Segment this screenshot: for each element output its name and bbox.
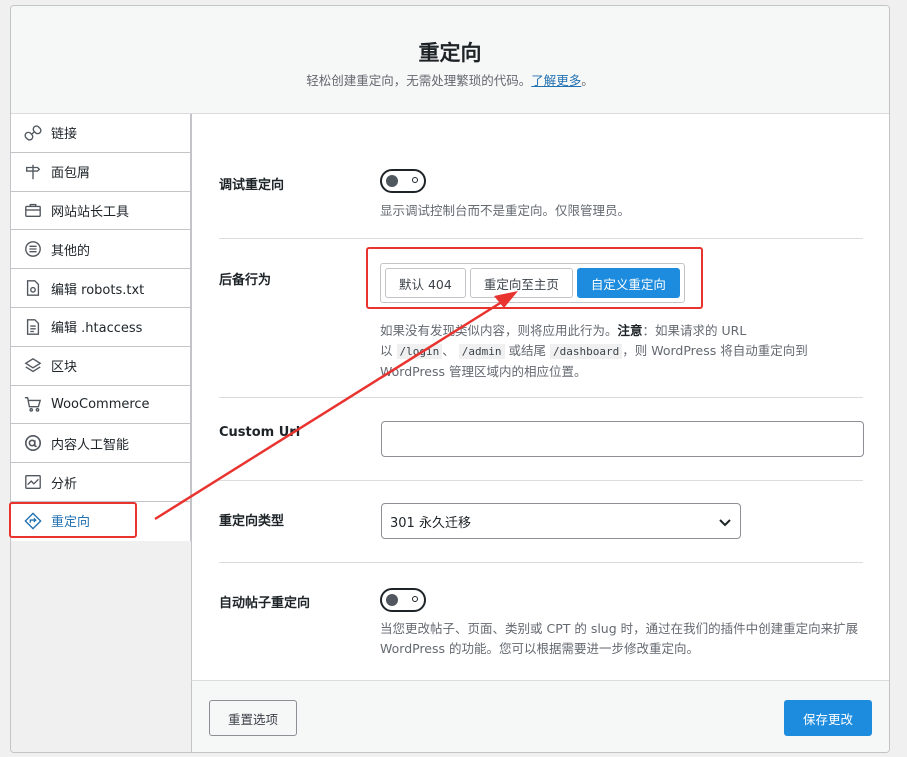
settings-panel: 重定向 轻松创建重定向，无需处理繁琐的代码。了解更多。 链接 面包屑 网站站长工…: [10, 5, 890, 753]
toggle-off-indicator: [412, 596, 418, 602]
sidebar-item-blocks[interactable]: 区块: [11, 347, 190, 386]
sidebar-item-links[interactable]: 链接: [11, 114, 190, 153]
file-text-icon: [24, 318, 42, 336]
save-changes-button[interactable]: 保存更改: [783, 700, 872, 736]
sidebar-item-breadcrumbs[interactable]: 面包屑: [11, 153, 190, 192]
desc-text: 、: [442, 343, 455, 358]
sidebar-item-label: WooCommerce: [51, 396, 150, 412]
sidebar-item-redirections[interactable]: 重定向: [11, 501, 190, 541]
fallback-behavior-label: 后备行为: [219, 273, 272, 288]
learn-more-link[interactable]: 了解更多: [531, 73, 581, 88]
desc-text: WordPress 管理区域内的相应位置。: [380, 364, 587, 379]
divider: [219, 397, 863, 398]
code-admin: /admin: [458, 344, 505, 359]
desc-text: 如果没有发现类似内容，则将应用此行为。: [380, 323, 618, 338]
divider: [219, 480, 863, 481]
subtitle-text: 轻松创建重定向，无需处理繁琐的代码。: [306, 73, 532, 88]
desc-text: ，则 WordPress 将自动重定向到: [622, 343, 808, 358]
sidebar-list: 链接 面包屑 网站站长工具 其他的 编辑 robots.txt 编辑 .htac…: [11, 114, 191, 541]
code-dashboard: /dashboard: [549, 344, 623, 359]
sidebar-item-woocommerce[interactable]: WooCommerce: [11, 386, 190, 425]
cart-icon: [24, 395, 42, 413]
sidebar-item-label: 编辑 robots.txt: [51, 282, 145, 298]
redirect-icon: [24, 512, 42, 530]
reset-options-button[interactable]: 重置选项: [209, 700, 298, 736]
sidebar-item-misc[interactable]: 其他的: [11, 230, 190, 270]
desc-note: 注意: [617, 323, 643, 338]
auto-post-redirect-toggle[interactable]: [380, 588, 426, 612]
code-login: /login: [396, 344, 443, 359]
redirect-type-label: 重定向类型: [219, 514, 285, 529]
subtitle-end: 。: [581, 73, 594, 88]
debug-redirect-toggle[interactable]: [380, 169, 426, 193]
fallback-option-custom[interactable]: 自定义重定向: [576, 268, 680, 298]
custom-url-label: Custom Url: [219, 425, 301, 440]
sidebar-item-label: 重定向: [51, 515, 91, 531]
auto-post-redirect-description: 当您更改帖子、页面、类别或 CPT 的 slug 时，通过在我们的插件中创建重定…: [380, 619, 880, 659]
sidebar-item-label: 网站站长工具: [51, 204, 130, 220]
sidebar-item-label: 区块: [51, 360, 78, 376]
chart-icon: [24, 473, 42, 491]
sidebar-item-label: 面包屑: [51, 166, 91, 182]
sidebar: 链接 面包屑 网站站长工具 其他的 编辑 robots.txt 编辑 .htac…: [11, 114, 191, 752]
page-title: 重定向: [418, 41, 482, 65]
fallback-behavior-segmented-control: 默认 404 重定向至主页 自定义重定向: [380, 263, 685, 303]
desc-text: 以: [380, 343, 393, 358]
redirect-type-value: 301 永久迁移: [390, 515, 471, 531]
desc-text: WordPress 的功能。您可以根据需要进一步修改重定向。: [380, 641, 700, 656]
settings-footer: 重置选项 保存更改: [191, 680, 889, 752]
settings-content: 调试重定向 显示调试控制台而不是重定向。仅限管理员。 后备行为 默认 404 重…: [191, 114, 889, 680]
fallback-option-homepage[interactable]: 重定向至主页: [469, 268, 573, 298]
sidebar-item-label: 编辑 .htaccess: [51, 321, 143, 337]
sidebar-item-label: 链接: [51, 127, 78, 143]
toggle-knob: [386, 594, 398, 606]
fallback-behavior-description: 如果没有发现类似内容，则将应用此行为。注意：如果请求的 URL 以 /login…: [380, 321, 830, 382]
list-circle-icon: [24, 240, 42, 258]
link-icon: [24, 124, 42, 142]
sidebar-item-content-ai[interactable]: 内容人工智能: [11, 424, 190, 464]
toggle-knob: [386, 175, 398, 187]
debug-redirect-label: 调试重定向: [219, 178, 285, 193]
toolbox-icon: [24, 201, 42, 219]
desc-text: 或结尾: [508, 343, 546, 358]
desc-text: ：如果请求的 URL: [642, 323, 747, 338]
debug-redirect-description: 显示调试控制台而不是重定向。仅限管理员。: [380, 203, 631, 218]
file-gear-icon: [24, 279, 42, 297]
page-header: 重定向 轻松创建重定向，无需处理繁琐的代码。了解更多。: [11, 6, 889, 114]
page-subtitle: 轻松创建重定向，无需处理繁琐的代码。了解更多。: [11, 70, 889, 89]
divider: [219, 562, 863, 563]
chevron-down-icon: [719, 519, 731, 527]
sidebar-item-label: 其他的: [51, 243, 91, 259]
fallback-option-default-404[interactable]: 默认 404: [385, 268, 466, 298]
sidebar-item-htaccess[interactable]: 编辑 .htaccess: [11, 308, 190, 347]
custom-url-input[interactable]: [381, 421, 864, 457]
toggle-off-indicator: [412, 177, 418, 183]
sidebar-item-analytics[interactable]: 分析: [11, 463, 190, 502]
signpost-icon: [24, 163, 42, 181]
block-icon: [24, 357, 42, 375]
auto-post-redirect-label: 自动帖子重定向: [219, 596, 311, 611]
desc-text: 当您更改帖子、页面、类别或 CPT 的 slug 时，通过在我们的插件中创建重定…: [380, 621, 859, 636]
sidebar-item-webmaster-tools[interactable]: 网站站长工具: [11, 192, 190, 231]
sidebar-item-label: 分析: [51, 476, 78, 492]
sidebar-item-label: 内容人工智能: [51, 437, 130, 453]
ai-icon: [24, 434, 42, 452]
divider: [219, 238, 863, 239]
redirect-type-select[interactable]: 301 永久迁移: [381, 503, 741, 539]
sidebar-item-robots[interactable]: 编辑 robots.txt: [11, 269, 190, 308]
